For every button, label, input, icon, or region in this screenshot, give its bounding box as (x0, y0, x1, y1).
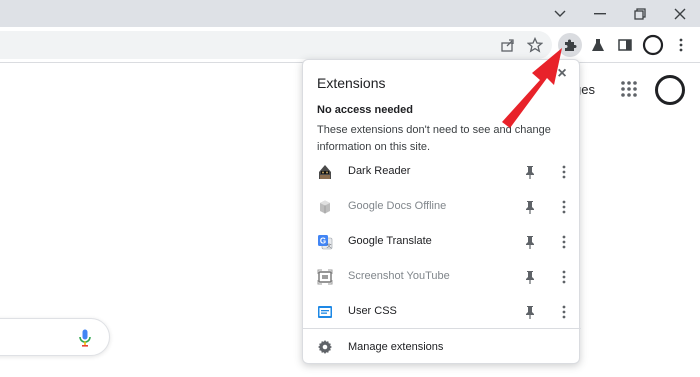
translate-icon: G 文 (318, 235, 333, 250)
extension-row-screenshot-youtube[interactable]: Screenshot YouTube (303, 260, 581, 295)
extension-row-user-css[interactable]: User CSS (303, 295, 581, 330)
extension-row-dark-reader[interactable]: Dark Reader (303, 155, 581, 190)
pin-icon[interactable] (522, 269, 538, 285)
pin-icon[interactable] (522, 164, 538, 180)
restore-button[interactable] (620, 0, 660, 27)
browser-window: ges Extensions × No access needed These … (0, 0, 700, 377)
extension-row-google-translate[interactable]: G 文 Google Translate (303, 225, 581, 260)
side-panel-button[interactable] (613, 33, 637, 57)
manage-extensions-button[interactable]: Manage extensions (303, 330, 581, 364)
minimize-icon (594, 12, 606, 14)
css-icon (318, 306, 332, 318)
google-search-box[interactable] (0, 318, 110, 356)
address-bar[interactable] (0, 31, 552, 59)
popup-title: Extensions (317, 75, 386, 91)
manage-extensions-label: Manage extensions (348, 341, 444, 353)
screenshot-icon (317, 269, 333, 285)
pin-icon[interactable] (522, 304, 538, 320)
svg-text:文: 文 (326, 243, 331, 250)
page-account-avatar[interactable] (655, 75, 685, 105)
apps-grid-icon (621, 81, 637, 97)
dark-reader-icon (319, 165, 331, 179)
microphone-icon[interactable] (79, 329, 91, 347)
popup-divider (303, 328, 581, 329)
title-bar (0, 0, 700, 27)
more-vert-icon[interactable] (556, 304, 572, 320)
extension-row-google-docs-offline[interactable]: Google Docs Offline (303, 190, 581, 225)
section-heading: No access needed (317, 104, 413, 116)
labs-button[interactable] (586, 33, 610, 57)
docs-offline-icon (320, 200, 330, 214)
tab-search-button[interactable] (540, 0, 580, 27)
extension-name: Google Translate (348, 235, 432, 247)
extension-name: Dark Reader (348, 165, 411, 177)
chevron-down-icon (554, 10, 566, 17)
more-vert-icon (679, 38, 683, 52)
more-vert-icon[interactable] (556, 234, 572, 250)
more-vert-icon[interactable] (556, 164, 572, 180)
gear-icon (318, 340, 332, 354)
toolbar (0, 27, 700, 63)
extension-name: User CSS (348, 305, 397, 317)
pin-icon[interactable] (522, 199, 538, 215)
pin-icon[interactable] (522, 234, 538, 250)
avatar-icon (642, 34, 664, 56)
restore-icon (634, 7, 646, 20)
flask-icon (592, 39, 604, 51)
close-window-button[interactable] (660, 0, 700, 27)
chrome-menu-button[interactable] (669, 33, 693, 57)
more-vert-icon[interactable] (556, 269, 572, 285)
extension-name: Screenshot YouTube (348, 270, 450, 282)
extension-name: Google Docs Offline (348, 200, 447, 212)
svg-text:G: G (320, 237, 326, 246)
close-icon (674, 8, 686, 19)
profile-button[interactable] (641, 33, 665, 57)
more-vert-icon[interactable] (556, 199, 572, 215)
minimize-button[interactable] (580, 0, 620, 27)
annotation-arrow (502, 48, 562, 128)
side-panel-icon (618, 39, 632, 51)
google-apps-button[interactable] (620, 80, 638, 98)
